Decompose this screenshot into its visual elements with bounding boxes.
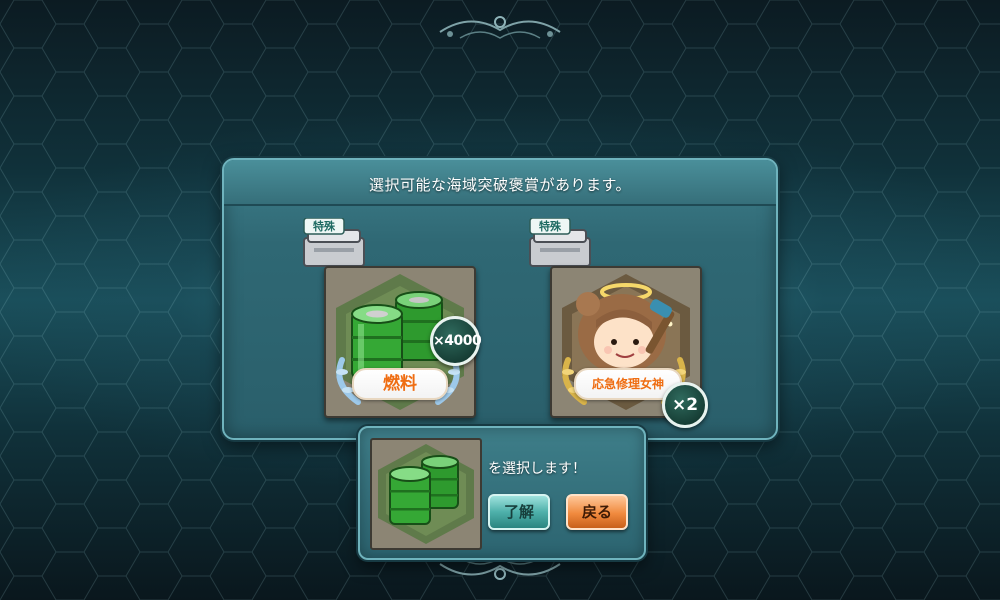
back-button[interactable]: 戻る [566,494,628,530]
confirm-selection-panel: を選択します！ 了解 戻る [358,426,646,560]
ok-button[interactable]: 了解 [488,494,550,530]
special-chest-icon: 特殊 [303,218,365,267]
top-ornament-icon [439,16,561,39]
chest-tag-label: 特殊 [539,219,562,233]
panel-title: 選択可能な海域突破褒賞があります。 [368,176,631,194]
chest-tag-label: 特殊 [313,219,336,233]
selected-reward-card [370,438,482,550]
reward-item-label: 燃料 [352,368,448,400]
special-chest-icon: 特殊 [529,218,591,267]
fuel-drums-icon [378,444,474,544]
reward-count-badge: ×4000 [430,316,482,366]
reward-count-badge: ×2 [662,382,708,428]
confirm-message: を選択します！ [488,461,586,477]
reward-selection-panel: 選択可能な海域突破褒賞があります。 特殊 燃料 ×4000 特殊 応急修理女神 … [222,158,778,440]
